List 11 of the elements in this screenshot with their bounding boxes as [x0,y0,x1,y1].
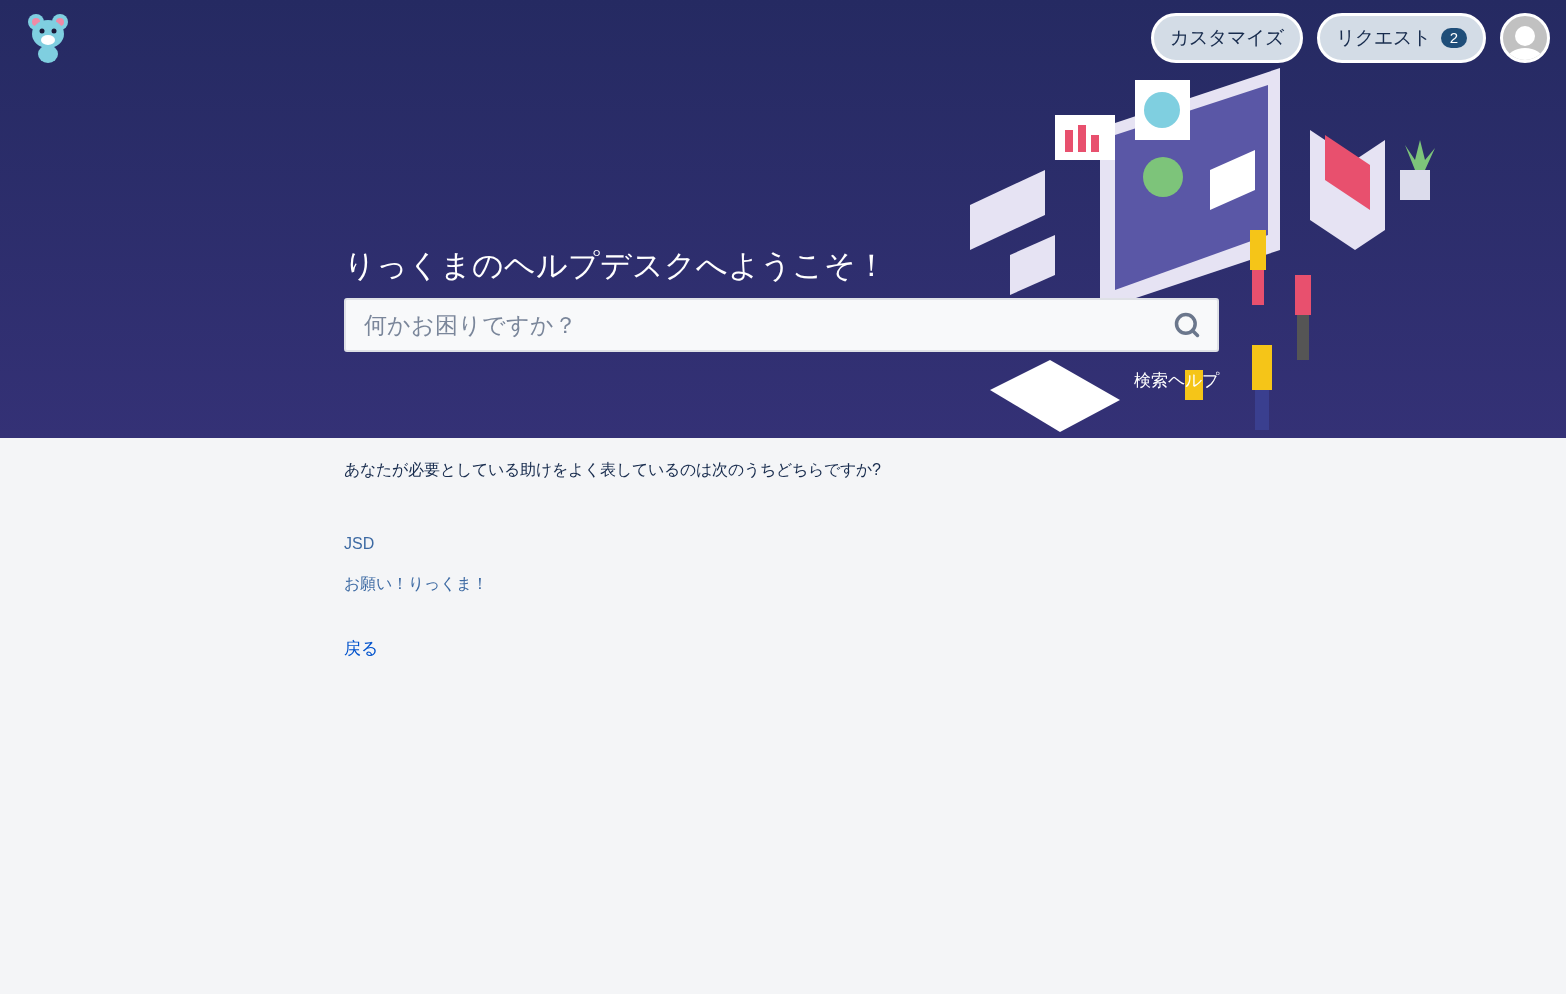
customize-button[interactable]: カスタマイズ [1150,13,1303,63]
requests-button[interactable]: リクエスト 2 [1316,13,1486,63]
search-field[interactable]: 何かお困りですか？ [344,298,1219,352]
request-type-link[interactable]: JSD [344,532,375,556]
back-link[interactable]: 戻る [344,636,378,662]
welcome-title: りっくまのヘルプデスクへようこそ！ [344,247,887,285]
question-text: あなたが必要としている助けをよく表しているのは次のうちどちらですか? [344,460,881,480]
search-icon[interactable] [1173,311,1201,339]
count-badge: 2 [1440,28,1467,48]
request-type-link[interactable]: お願い！りっくま！ [344,572,488,596]
avatar[interactable] [1500,13,1550,63]
